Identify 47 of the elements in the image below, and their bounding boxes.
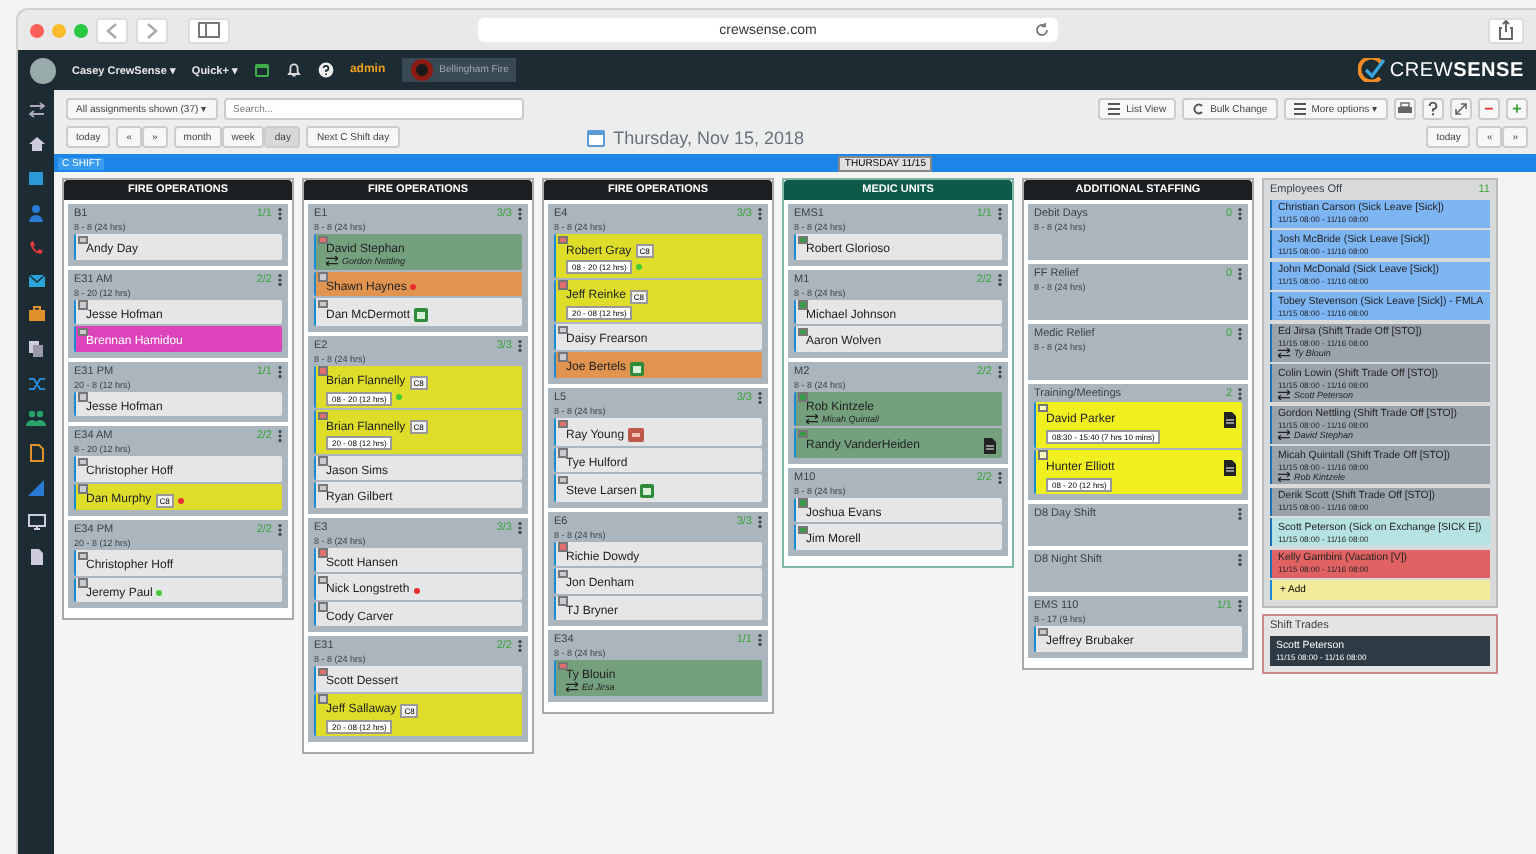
- swap-arrows-icon: [1278, 348, 1290, 358]
- help-button[interactable]: [1422, 98, 1444, 120]
- swap-arrows-icon[interactable]: [27, 102, 45, 118]
- bell-icon[interactable]: [285, 62, 302, 78]
- user-avatar[interactable]: [30, 57, 56, 83]
- envelope-icon[interactable]: [27, 274, 45, 288]
- swap-arrows-icon: [326, 256, 338, 266]
- reload-icon[interactable]: [1034, 22, 1050, 38]
- shuffle-icon[interactable]: [27, 376, 45, 392]
- help-icon[interactable]: [317, 62, 334, 78]
- document-icon[interactable]: [984, 438, 996, 454]
- swap-arrows-icon: [1278, 430, 1290, 440]
- monitor-icon[interactable]: [27, 514, 45, 530]
- arc-icon: [1192, 102, 1205, 116]
- date-title: Thursday, Nov 15, 2018: [613, 127, 804, 147]
- home-icon[interactable]: [27, 136, 45, 152]
- chevron-right-icon: [146, 21, 158, 39]
- chevron-left-icon: [106, 21, 118, 39]
- help-icon: [1428, 102, 1438, 116]
- list-icon: [1108, 102, 1121, 116]
- expand-icon: [1454, 102, 1468, 116]
- swap-arrows-icon: [1278, 471, 1290, 481]
- swap-arrows-icon: [1278, 389, 1290, 399]
- people-icon[interactable]: [26, 410, 46, 426]
- document-icon[interactable]: [1224, 459, 1236, 475]
- share-icon: [1498, 20, 1514, 40]
- print-button[interactable]: [1394, 98, 1416, 120]
- brand-logo: CREWSENSE: [1357, 58, 1524, 82]
- sidebar-icon: [198, 22, 220, 38]
- briefcase-icon[interactable]: [27, 306, 45, 322]
- swap-arrows-icon: [566, 682, 578, 692]
- expand-button[interactable]: [1450, 98, 1472, 120]
- printer-icon: [1398, 102, 1412, 116]
- swap-arrows-icon: [806, 413, 818, 423]
- file-icon[interactable]: [29, 548, 43, 566]
- emblem-icon: [409, 58, 434, 82]
- document-icon[interactable]: [1224, 412, 1236, 428]
- close-control[interactable]: [30, 23, 44, 37]
- share-button[interactable]: [1488, 17, 1524, 43]
- menu-icon: [1293, 102, 1306, 116]
- phone-icon[interactable]: [28, 240, 44, 256]
- zoom-out-button[interactable]: −: [1478, 98, 1500, 120]
- document-icon[interactable]: [29, 444, 43, 462]
- label-icon[interactable]: [628, 428, 645, 442]
- sidebar-toggle-button[interactable]: [188, 17, 230, 43]
- person-icon[interactable]: [28, 204, 44, 222]
- copy-icon[interactable]: [28, 340, 44, 358]
